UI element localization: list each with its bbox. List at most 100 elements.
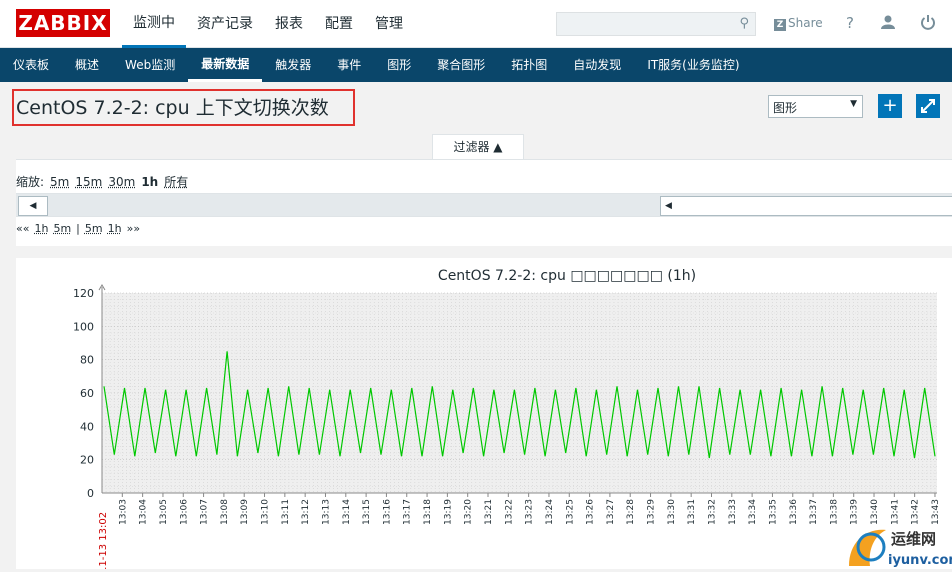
zabbix-logo[interactable]: ZABBIX xyxy=(16,9,110,37)
scroll-right-handle[interactable]: ◀ xyxy=(660,196,952,216)
x-tick-label: 13:14 xyxy=(342,499,352,525)
nav-events[interactable]: 事件 xyxy=(324,48,374,82)
top-header: ZABBIX 监测中 资产记录 报表 配置 管理 ⚲ Z Share ? xyxy=(0,0,952,48)
x-tick-label: 13:06 xyxy=(179,499,189,525)
x-tick-label: 13:37 xyxy=(809,499,819,525)
view-select-value: 图形 xyxy=(773,101,798,115)
zoom-30m[interactable]: 30m xyxy=(108,175,135,189)
x-tick-label: 13:10 xyxy=(261,499,271,525)
nav-maps[interactable]: 拓扑图 xyxy=(498,48,560,82)
nav-screens[interactable]: 聚合图形 xyxy=(424,48,498,82)
period-navigation: «« 1h 5m | 5m 1h »» xyxy=(16,222,145,235)
x-tick-label: 13:19 xyxy=(443,499,453,525)
x-tick-label: 13:15 xyxy=(362,499,372,525)
x-tick-label: 13:38 xyxy=(829,499,839,525)
filter-panel: 缩放: 5m 15m 30m 1h 所有 ◀ ◀ «« 1h 5m | 5m 1h »» xyxy=(16,159,952,246)
y-axis: 0 20 40 60 80 100 120 xyxy=(73,284,106,500)
x-tick-label: 13:13 xyxy=(321,499,331,525)
x-tick-label: 13:28 xyxy=(626,499,636,525)
nav-graphs[interactable]: 图形 xyxy=(374,48,424,82)
zoom-5m[interactable]: 5m xyxy=(50,175,69,189)
x-tick-label: 13:03 xyxy=(118,499,128,525)
x-tick-label: 13:35 xyxy=(768,499,778,525)
menu-inventory[interactable]: 资产记录 xyxy=(186,0,264,48)
x-tick-label: 13:08 xyxy=(220,499,230,525)
x-tick-label: 13:33 xyxy=(728,499,738,525)
back-5m[interactable]: 5m xyxy=(53,222,71,235)
fullscreen-icon[interactable] xyxy=(916,94,940,118)
x-tick-label: 13:20 xyxy=(464,499,474,525)
menu-administration[interactable]: 管理 xyxy=(364,0,414,48)
y-tick-label: 100 xyxy=(73,320,94,333)
graph-panel: CentOS 7.2-2: cpu □□□□□□□ (1h) 0 20 40 60 80… xyxy=(16,258,952,572)
x-axis: 11-13 13:02 13:03 13:04 13:05 13:06 13:07 13:0… xyxy=(98,492,941,572)
y-tick-label: 60 xyxy=(80,387,94,400)
x-tick-label: 13:05 xyxy=(159,499,169,525)
nav-web[interactable]: Web监测 xyxy=(112,48,188,82)
x-start-label: 11-13 13:02 xyxy=(98,512,109,569)
x-tick-label: 13:32 xyxy=(707,499,717,525)
period-prefix[interactable]: «« xyxy=(16,222,29,235)
x-tick-label: 13:22 xyxy=(504,499,514,525)
zoom-all[interactable]: 所有 xyxy=(164,175,188,189)
menu-configuration[interactable]: 配置 xyxy=(314,0,364,48)
search-input[interactable]: ⚲ xyxy=(556,12,756,36)
x-tick-label: 13:04 xyxy=(139,499,149,525)
page-header: CentOS 7.2-2: cpu 上下文切换次数 图形 ▼ + xyxy=(0,82,952,134)
x-tick-label: 13:30 xyxy=(667,499,677,525)
zoom-label: 缩放: xyxy=(16,175,45,189)
x-tick-label: 13:24 xyxy=(545,499,555,525)
fwd-1h[interactable]: 1h xyxy=(108,222,122,235)
zoom-1h[interactable]: 1h xyxy=(141,175,158,189)
x-tick-label: 13:34 xyxy=(748,499,758,525)
power-icon[interactable] xyxy=(920,14,936,34)
search-icon[interactable]: ⚲ xyxy=(739,16,749,31)
watermark-sub: iyunv.com xyxy=(888,553,952,568)
main-menu: 监测中 资产记录 报表 配置 管理 xyxy=(122,0,414,48)
period-suffix[interactable]: »» xyxy=(127,222,140,235)
menu-monitoring[interactable]: 监测中 xyxy=(122,0,186,48)
x-tick-label: 13:23 xyxy=(525,499,535,525)
y-tick-label: 0 xyxy=(87,487,94,500)
chevron-down-icon: ▼ xyxy=(850,99,857,109)
plus-icon[interactable]: + xyxy=(878,94,902,118)
watermark-logo: 运维网 iyunv.com xyxy=(846,522,952,569)
x-tick-label: 13:25 xyxy=(565,499,575,525)
time-scrollbar[interactable]: ◀ ◀ xyxy=(16,193,952,217)
y-tick-label: 120 xyxy=(73,287,94,300)
x-tick-label: 13:16 xyxy=(382,499,392,525)
x-tick-label: 13:07 xyxy=(200,499,210,525)
x-tick-label: 13:17 xyxy=(403,499,413,525)
zoom-15m[interactable]: 15m xyxy=(75,175,102,189)
back-1h[interactable]: 1h xyxy=(34,222,48,235)
nav-triggers[interactable]: 触发器 xyxy=(262,48,324,82)
nav-discovery[interactable]: 自动发现 xyxy=(560,48,634,82)
x-tick-label: 13:21 xyxy=(484,499,494,525)
period-separator: | xyxy=(76,222,80,235)
scroll-left-arrow-icon[interactable]: ◀ xyxy=(18,196,48,216)
user-icon[interactable] xyxy=(880,14,896,34)
share-button[interactable]: Z Share xyxy=(774,16,823,31)
share-z-icon: Z xyxy=(774,19,786,31)
watermark-text: 运维网 xyxy=(891,530,936,548)
menu-reports[interactable]: 报表 xyxy=(264,0,314,48)
fwd-5m[interactable]: 5m xyxy=(85,222,103,235)
view-select[interactable]: 图形 ▼ xyxy=(768,95,863,118)
cpu-context-switch-chart[interactable]: CentOS 7.2-2: cpu □□□□□□□ (1h) 0 20 40 60 80… xyxy=(16,258,952,572)
x-tick-label: 13:11 xyxy=(281,499,291,525)
nav-it-services[interactable]: IT服务(业务监控) xyxy=(634,48,752,82)
sub-navigation: 仪表板 概述 Web监测 最新数据 触发器 事件 图形 聚合图形 拓扑图 自动发… xyxy=(0,48,952,82)
nav-dashboard[interactable]: 仪表板 xyxy=(0,48,62,82)
filter-tab[interactable]: 过滤器 ▲ xyxy=(432,134,524,159)
share-label: Share xyxy=(788,16,823,30)
y-tick-label: 20 xyxy=(80,454,94,467)
x-tick-label: 13:29 xyxy=(647,499,657,525)
zoom-bar: 缩放: 5m 15m 30m 1h 所有 xyxy=(16,173,194,190)
x-tick-label: 13:31 xyxy=(687,499,697,525)
chart-title: CentOS 7.2-2: cpu □□□□□□□ (1h) xyxy=(438,268,696,284)
question-icon[interactable]: ? xyxy=(846,14,854,32)
nav-latest-data[interactable]: 最新数据 xyxy=(188,48,263,82)
y-tick-label: 40 xyxy=(80,420,94,433)
x-tick-label: 13:12 xyxy=(301,499,311,525)
nav-overview[interactable]: 概述 xyxy=(62,48,112,82)
